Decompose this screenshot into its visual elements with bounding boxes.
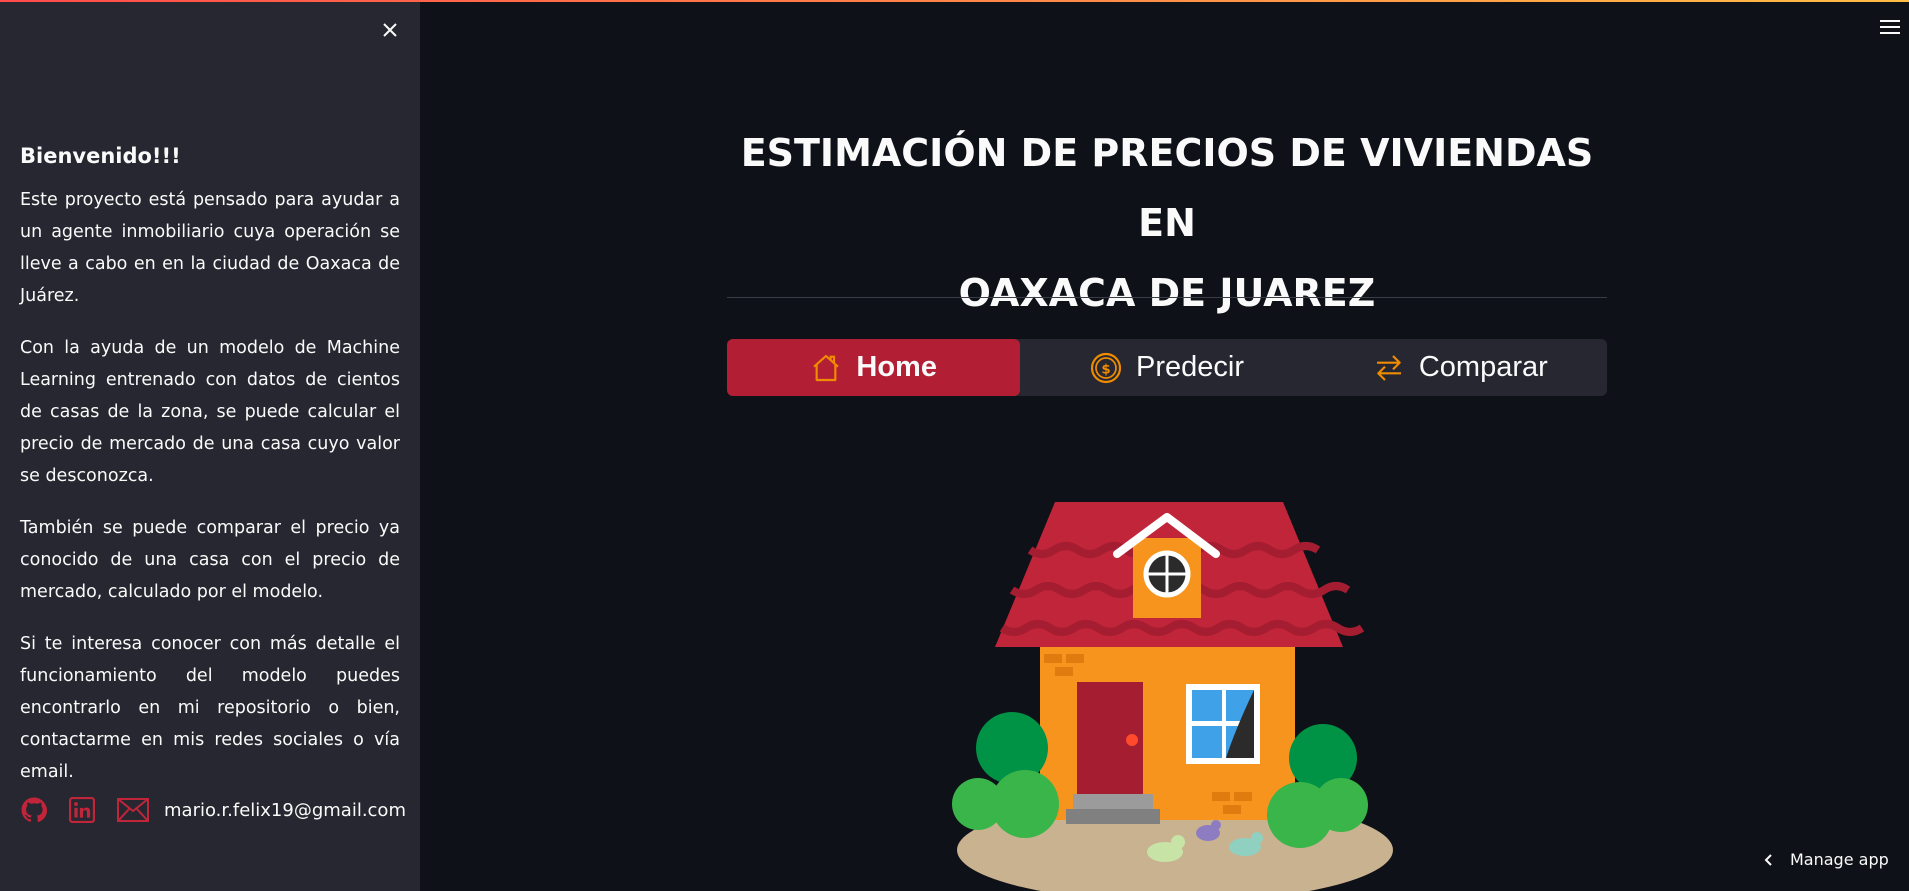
sidebar-content: Bienvenido!!! Este proyecto está pensado…: [20, 138, 400, 788]
sidebar-paragraph-intro: Este proyecto está pensado para ayudar a…: [20, 190, 400, 306]
nav-tab-predecir-label: Predecir: [1135, 351, 1244, 383]
top-decoration-bar: [0, 0, 1909, 2]
linkedin-link[interactable]: [68, 796, 96, 824]
close-sidebar-button[interactable]: [376, 16, 404, 44]
linkedin-icon: [69, 797, 95, 823]
github-icon: [21, 797, 47, 823]
nav-tab-comparar-label: Comparar: [1418, 351, 1548, 383]
nav-tab-comparar[interactable]: Comparar: [1314, 339, 1607, 396]
house-illustration: [952, 502, 1393, 891]
github-link[interactable]: [20, 796, 48, 824]
sidebar-paragraph-model: Con la ayuda de un modelo de Machine Lea…: [20, 338, 400, 486]
chevron-left-icon: [1764, 853, 1772, 866]
nav-tab-home-label: Home: [856, 351, 937, 383]
title-divider: [727, 297, 1607, 298]
sidebar-paragraph-compare: También se puede comparar el precio ya c…: [20, 518, 400, 602]
sidebar-title: Bienvenido!!!: [20, 144, 181, 168]
house-icon: [813, 354, 840, 381]
coin-icon: $: [1090, 352, 1122, 383]
close-icon: [383, 23, 397, 37]
option-menu: Home $ Predecir Comparar: [727, 339, 1607, 396]
email-address: mario.r.felix19@gmail.com: [164, 799, 406, 821]
page-title-line1: ESTIMACIÓN DE PRECIOS DE VIVIENDAS EN: [740, 131, 1594, 245]
main-content: ESTIMACIÓN DE PRECIOS DE VIVIENDAS EN OA…: [420, 0, 1909, 891]
social-links: mario.r.felix19@gmail.com: [20, 796, 406, 824]
sidebar: Bienvenido!!! Este proyecto está pensado…: [0, 0, 420, 891]
page-title-line2: OAXACA DE JUAREZ: [958, 271, 1376, 315]
svg-text:$: $: [1101, 362, 1110, 377]
manage-app-button[interactable]: Manage app: [1762, 850, 1889, 869]
nav-tab-home[interactable]: Home: [727, 339, 1021, 396]
nav-tab-predecir[interactable]: $ Predecir: [1020, 339, 1313, 396]
mail-icon: [117, 798, 149, 822]
arrows-exchange-icon: [1376, 354, 1401, 381]
sidebar-paragraph-contact: Si te interesa conocer con más detalle e…: [20, 634, 400, 782]
email-link[interactable]: [116, 796, 150, 824]
manage-app-label: Manage app: [1790, 850, 1889, 869]
